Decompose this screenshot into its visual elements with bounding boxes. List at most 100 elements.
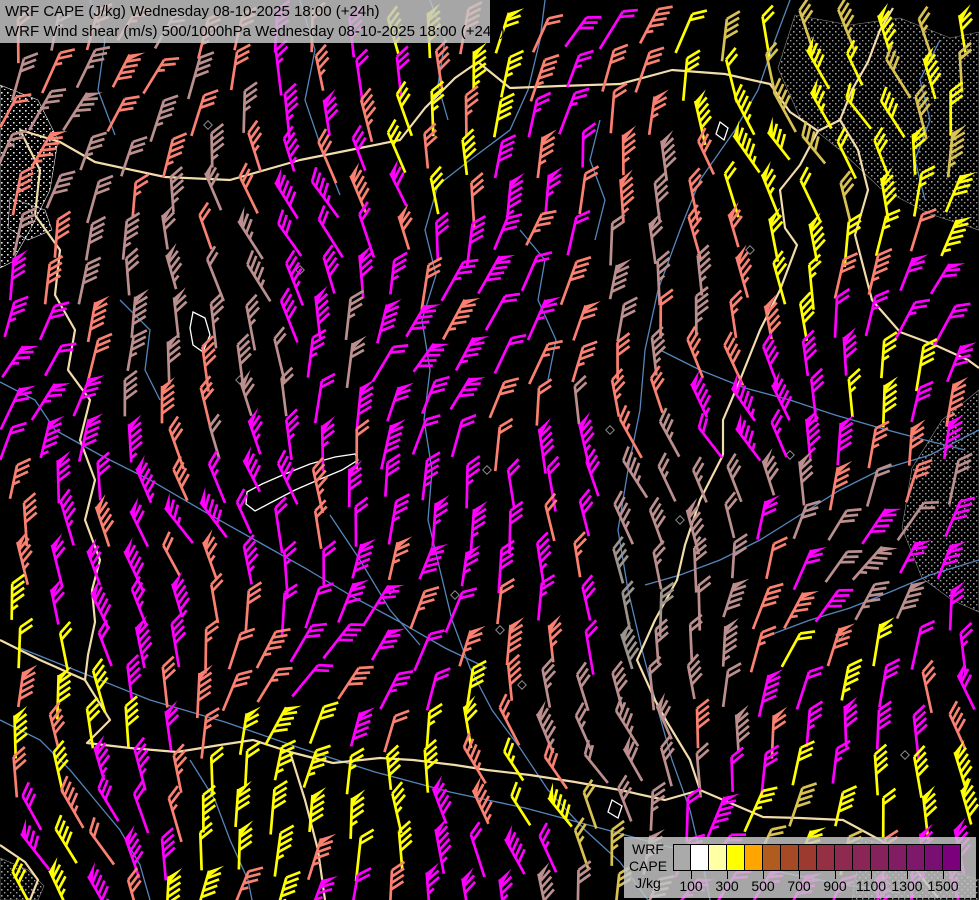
wind-barb <box>789 780 816 831</box>
wind-barb <box>162 657 179 708</box>
wind-barb <box>240 446 272 492</box>
wind-barb <box>314 206 353 258</box>
wind-barb <box>653 693 683 740</box>
wind-barb <box>270 168 308 219</box>
wind-barb <box>233 489 262 533</box>
wind-barb <box>108 91 140 137</box>
wind-barb <box>41 413 65 462</box>
wind-barb <box>321 245 346 293</box>
wind-barb <box>170 167 185 212</box>
wind-barb <box>873 615 894 668</box>
wind-barb <box>77 42 110 93</box>
wind-barb <box>651 782 665 831</box>
wind-barb <box>610 369 630 417</box>
wind-barb <box>456 330 489 377</box>
weather-map-window: WRF CAPE (J/kg) Wednesday 08-10-2025 18:… <box>0 0 979 900</box>
wind-barb <box>96 620 123 666</box>
wind-barb <box>726 202 751 247</box>
legend-cell <box>763 844 781 871</box>
legend-tick-label: 900 <box>823 878 846 894</box>
legend-cell <box>925 844 943 871</box>
wind-barb <box>389 492 410 546</box>
legend-tick-label: 100 <box>679 878 702 894</box>
wind-barb <box>466 86 479 136</box>
wind-barb <box>132 738 157 791</box>
lake-outline <box>246 454 358 511</box>
wind-barb <box>133 173 149 217</box>
wind-barb <box>231 43 250 92</box>
wind-barb <box>462 543 481 588</box>
wind-barb <box>577 412 602 468</box>
wind-barb <box>507 655 523 701</box>
wind-barb <box>724 454 752 502</box>
wind-barb <box>690 457 718 502</box>
wind-barb <box>430 775 458 823</box>
wind-barb <box>164 243 189 289</box>
wind-barb <box>794 542 827 595</box>
wind-barb <box>732 534 747 579</box>
wind-barb <box>762 117 799 160</box>
legend-tick-label: 300 <box>715 878 738 894</box>
map-canvas <box>0 0 979 900</box>
wind-barb <box>656 408 690 457</box>
legend-colorbar <box>673 844 961 871</box>
wind-barb <box>693 413 731 458</box>
wind-barb <box>843 327 859 375</box>
wind-barb <box>80 129 106 174</box>
wind-barb <box>164 700 184 750</box>
wind-barb <box>461 867 481 900</box>
legend-cell <box>691 844 709 871</box>
wind-barb <box>126 248 142 295</box>
wind-barb <box>32 376 71 427</box>
wind-barb <box>314 45 335 91</box>
wind-barb <box>274 869 300 900</box>
wind-barb <box>396 46 413 95</box>
wind-barb <box>528 292 561 346</box>
legend-cell <box>817 844 835 871</box>
wind-barb <box>347 747 364 795</box>
wind-barb <box>314 500 333 549</box>
wind-barb <box>494 92 514 140</box>
wind-barb <box>79 410 103 464</box>
wind-barb <box>799 292 819 340</box>
wind-barb <box>853 540 898 589</box>
wind-barb <box>686 654 706 699</box>
wind-barb <box>960 623 978 674</box>
wind-barb <box>648 366 674 413</box>
wind-barb <box>380 666 413 715</box>
wind-barb <box>322 89 342 136</box>
wind-barb <box>451 370 486 416</box>
legend-caption-variable: CAPE <box>624 858 672 875</box>
wind-barb <box>63 85 103 137</box>
wind-barb <box>501 825 536 874</box>
wind-barb <box>495 418 512 473</box>
legend-cell <box>781 844 799 871</box>
wind-barb <box>86 215 105 262</box>
wind-barb <box>509 502 522 555</box>
wind-barb <box>654 173 672 222</box>
wind-barb <box>58 622 79 670</box>
wind-barb <box>797 167 831 221</box>
wind-barb <box>200 529 229 579</box>
wind-barb <box>373 339 408 387</box>
wind-barb <box>723 575 749 621</box>
wind-barb <box>128 328 147 373</box>
wind-barb <box>655 453 686 502</box>
wind-barb <box>396 204 421 250</box>
settlement-marker <box>901 751 909 759</box>
wind-barb <box>862 501 902 551</box>
wind-barb <box>246 582 262 634</box>
wind-barb <box>322 416 336 471</box>
wind-barb <box>168 332 183 384</box>
wind-barb <box>611 537 635 584</box>
wind-barb <box>537 379 552 427</box>
wind-barb <box>207 414 231 459</box>
legend-caption-units: J/kg <box>624 875 672 892</box>
wind-barb <box>495 133 516 180</box>
wind-barb <box>498 869 516 900</box>
wind-barb <box>536 823 567 872</box>
wind-barb <box>647 498 674 545</box>
wind-barb <box>731 748 744 792</box>
wind-barb <box>507 172 524 220</box>
wind-barb <box>170 571 195 617</box>
